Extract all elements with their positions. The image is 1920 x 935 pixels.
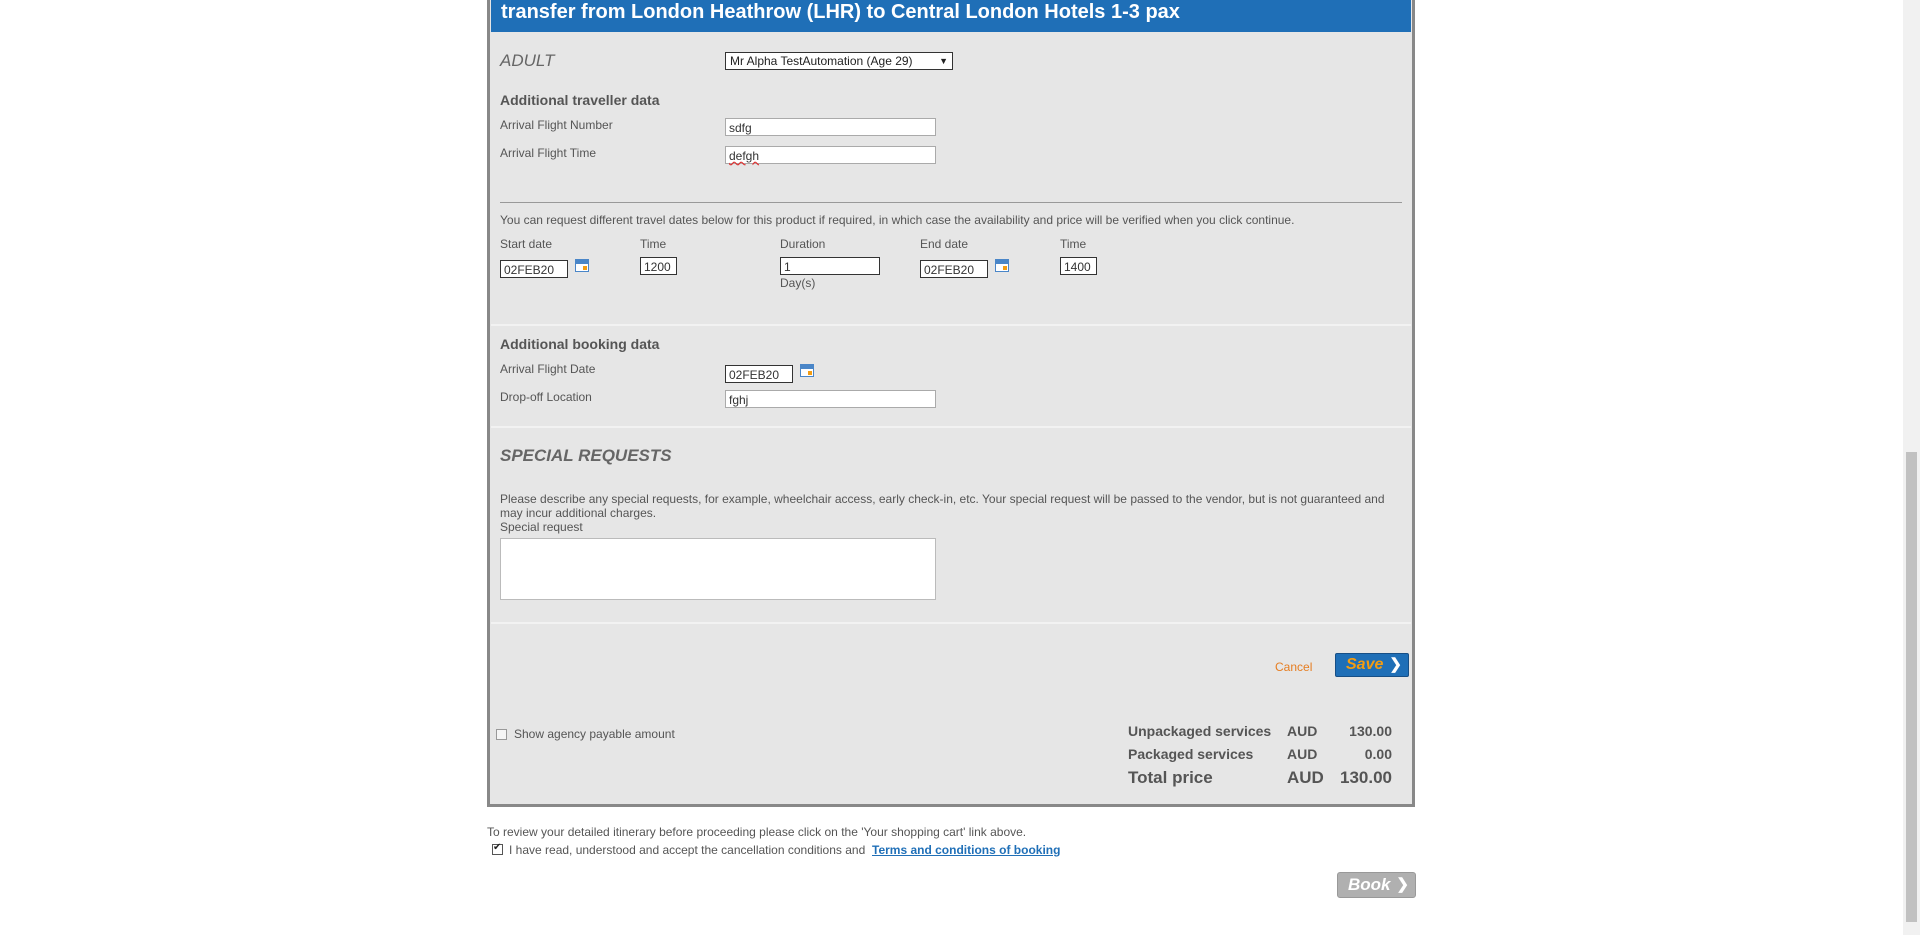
additional-traveller-heading: Additional traveller data: [500, 92, 660, 108]
book-button[interactable]: Book ❯: [1337, 872, 1416, 898]
start-time-label: Time: [640, 237, 667, 251]
product-title: transfer from London Heathrow (LHR) to C…: [501, 1, 1180, 23]
traveller-select-value: Mr Alpha TestAutomation (Age 29): [730, 54, 913, 68]
end-time-input[interactable]: 1400: [1060, 257, 1097, 275]
section-separator: [491, 426, 1411, 428]
special-requests-heading: SPECIAL REQUESTS: [500, 446, 672, 465]
packaged-amount: 0.00: [1364, 746, 1392, 762]
save-button[interactable]: Save ❯: [1335, 653, 1409, 677]
calendar-icon[interactable]: [995, 259, 1009, 272]
unpackaged-label: Unpackaged services: [1128, 723, 1272, 739]
special-request-textarea[interactable]: [500, 538, 936, 600]
special-request-label: Special request: [500, 520, 583, 534]
special-requests-description: Please describe any special requests, fo…: [500, 492, 1385, 520]
booking-panel: [487, 0, 1415, 807]
dropdown-arrow-icon: ▼: [939, 56, 948, 66]
show-agency-checkbox[interactable]: [496, 729, 507, 740]
start-date-input[interactable]: 02FEB20: [500, 260, 568, 278]
dropoff-location-input[interactable]: fghj: [725, 390, 936, 408]
terms-link[interactable]: Terms and conditions of booking: [872, 843, 1060, 857]
scrollbar-thumb[interactable]: [1906, 452, 1917, 922]
book-button-label: Book: [1348, 875, 1391, 894]
traveller-type-label: ADULT: [500, 51, 555, 70]
arrival-flight-number-input[interactable]: sdfg: [725, 118, 936, 136]
chevron-right-icon: ❯: [1396, 876, 1409, 893]
accept-terms-checkbox[interactable]: [492, 842, 503, 855]
total-price-label: Total price: [1128, 768, 1213, 787]
traveller-select[interactable]: Mr Alpha TestAutomation (Age 29) ▼: [725, 52, 953, 70]
save-button-label: Save: [1346, 656, 1384, 673]
section-separator: [491, 324, 1411, 326]
duration-input[interactable]: 1: [780, 257, 880, 275]
dropoff-location-label: Drop-off Location: [500, 390, 592, 404]
start-date-label: Start date: [500, 237, 553, 251]
calendar-icon[interactable]: [575, 259, 589, 272]
arrival-flight-time-label: Arrival Flight Time: [500, 146, 597, 160]
arrival-flight-time-input[interactable]: defgh: [725, 146, 936, 164]
packaged-label: Packaged services: [1128, 746, 1254, 762]
end-time-label: Time: [1060, 237, 1087, 251]
unpackaged-amount: 130.00: [1349, 723, 1392, 739]
arrival-flight-number-label: Arrival Flight Number: [500, 118, 613, 132]
unpackaged-currency: AUD: [1287, 723, 1318, 739]
total-currency: AUD: [1287, 768, 1324, 787]
duration-label: Duration: [780, 237, 826, 251]
calendar-icon[interactable]: [800, 364, 814, 377]
product-title-bar: transfer from London Heathrow (LHR) to C…: [491, 0, 1411, 32]
packaged-currency: AUD: [1287, 746, 1318, 762]
end-date-label: End date: [920, 237, 969, 251]
review-note: To review your detailed itinerary before…: [487, 825, 1027, 839]
total-amount: 130.00: [1340, 768, 1392, 787]
show-agency-label: Show agency payable amount: [514, 727, 675, 741]
start-time-input[interactable]: 1200: [640, 257, 677, 275]
accept-terms-text: I have read, understood and accept the c…: [509, 843, 866, 857]
date-change-note: You can request different travel dates b…: [500, 213, 1295, 227]
duration-unit-label: Day(s): [780, 276, 816, 290]
end-date-input[interactable]: 02FEB20: [920, 260, 988, 278]
section-divider: [500, 202, 1402, 203]
section-separator: [491, 622, 1411, 624]
cancel-link[interactable]: Cancel: [1275, 660, 1312, 674]
arrival-flight-date-input[interactable]: 02FEB20: [725, 365, 793, 383]
additional-booking-heading: Additional booking data: [500, 336, 660, 352]
arrival-flight-date-label: Arrival Flight Date: [500, 362, 596, 376]
chevron-right-icon: ❯: [1389, 656, 1402, 673]
